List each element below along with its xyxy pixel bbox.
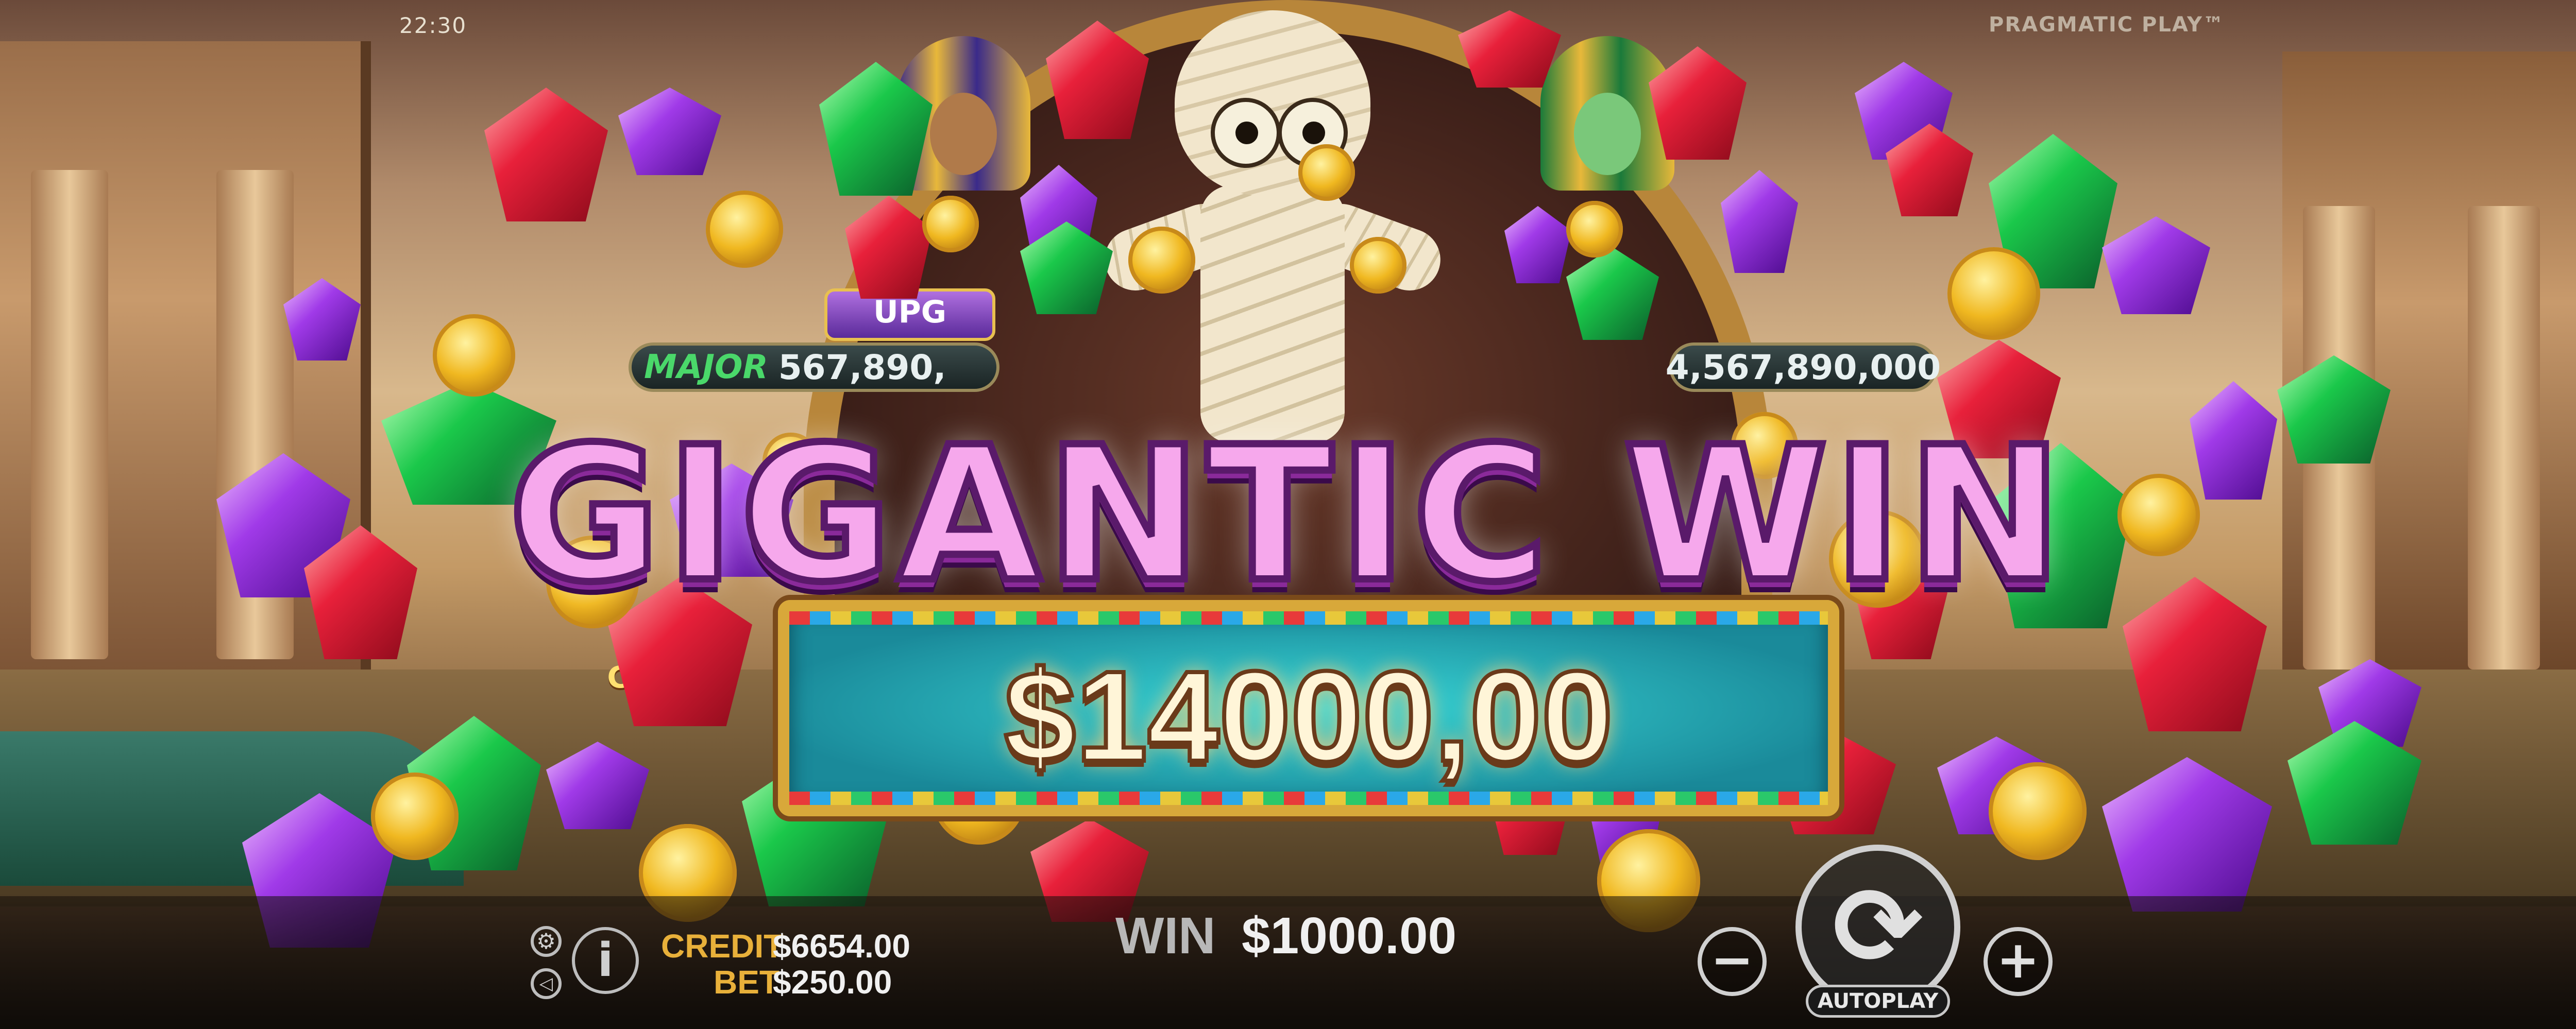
increase-bet-button[interactable]: + (1984, 927, 2053, 996)
win-label: WIN (1115, 907, 1216, 965)
mummy-eye (1211, 98, 1281, 168)
gold-coin (1989, 762, 2087, 860)
major-jackpot-tag: MAJOR (644, 348, 768, 386)
gold-coin (1566, 201, 1623, 258)
purple-gem (618, 88, 721, 175)
panel-stripe (789, 611, 1828, 625)
pharaoh-statue-right (1540, 36, 1674, 191)
spin-icon: ⟳ (1833, 864, 1923, 990)
mummy-body (1200, 185, 1345, 443)
gigantic-win-title: GIGANTIC WIN (505, 403, 2068, 626)
gear-icon[interactable]: ⚙ (531, 926, 562, 957)
bet-value: $250.00 (773, 964, 892, 1001)
sound-icon[interactable]: ◁ (531, 968, 562, 999)
red-gem (1458, 10, 1561, 88)
gold-coin (433, 314, 515, 397)
gold-coin (1350, 237, 1406, 294)
grand-jackpot-display: 4,567,890,000 (1666, 342, 1941, 392)
grand-jackpot-value: 4,567,890,000 (1665, 347, 1941, 387)
credit-value: $6654.00 (773, 928, 910, 965)
win-value: $1000.00 (1242, 907, 1457, 965)
win-amount-panel[interactable]: $14000,00 (778, 600, 1839, 816)
autoplay-button[interactable]: AUTOPLAY (1806, 985, 1950, 1018)
brand-logo: PRAGMATIC PLAY™ (1989, 13, 2225, 37)
gold-coin (1947, 247, 2040, 340)
major-jackpot-display: MAJOR 567,890, (629, 342, 999, 392)
panel-stripe (789, 792, 1828, 805)
pharaoh-face (1574, 93, 1641, 175)
gold-coin (922, 196, 979, 252)
pharaoh-face (930, 93, 997, 175)
purple-gem (1721, 170, 1798, 273)
gold-coin (1298, 144, 1355, 201)
info-icon[interactable]: i (572, 927, 639, 994)
bet-label: BET (714, 964, 779, 1001)
major-jackpot-value: 567,890, (778, 347, 946, 387)
red-gem (484, 88, 608, 221)
gold-coin (706, 191, 783, 268)
clock: 22:30 (399, 13, 467, 38)
win-amount-value: $14000,00 (1002, 642, 1615, 790)
red-gem (1649, 46, 1747, 160)
decrease-bet-button[interactable]: − (1698, 927, 1767, 996)
purple-gem (2102, 216, 2210, 314)
game-stage[interactable]: UPG MAJOR 567,890, 4,567,890,000 COMBO N… (0, 0, 2576, 1029)
gold-coin (371, 773, 459, 860)
gold-coin (1128, 227, 1195, 294)
credit-label: CREDIT (661, 928, 784, 965)
